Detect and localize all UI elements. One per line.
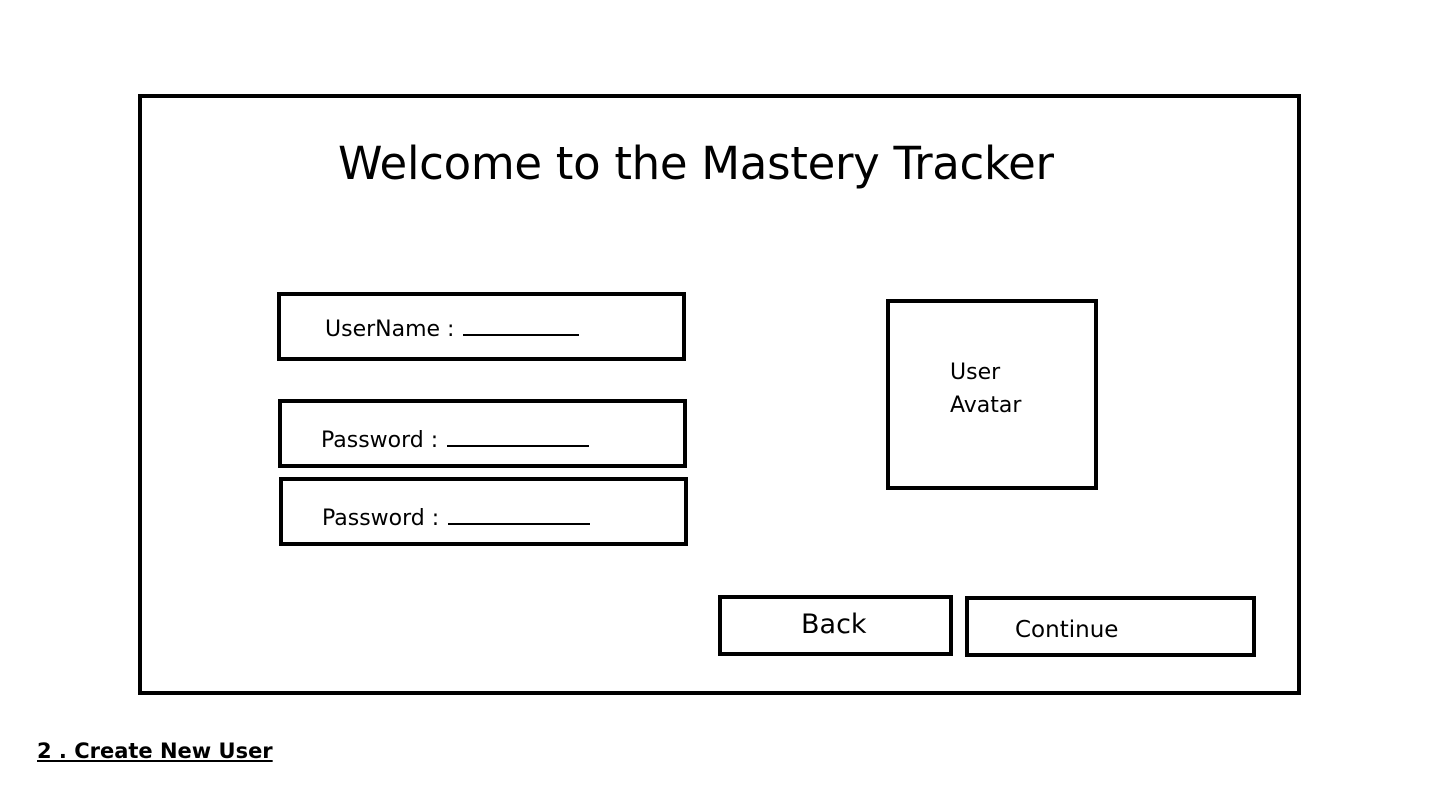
avatar-label-line1: User <box>950 360 1001 385</box>
continue-button-label: Continue <box>1015 617 1119 643</box>
confirm-password-label: Password : <box>322 506 440 531</box>
confirm-password-input-line[interactable] <box>448 503 591 525</box>
password-input-line[interactable] <box>447 425 590 447</box>
password-field-text: Password : <box>321 425 590 455</box>
avatar-label-line2: Avatar <box>950 393 1022 418</box>
figure-caption: 2 . Create New User <box>37 739 273 763</box>
username-input-line[interactable] <box>463 314 580 336</box>
confirm-password-field-text: Password : <box>322 503 591 533</box>
username-label: UserName : <box>325 317 455 342</box>
back-button-label: Back <box>801 609 867 640</box>
page-title: Welcome to the Mastery Tracker <box>338 137 1054 190</box>
password-label: Password : <box>321 428 439 453</box>
username-field-text: UserName : <box>325 314 580 344</box>
